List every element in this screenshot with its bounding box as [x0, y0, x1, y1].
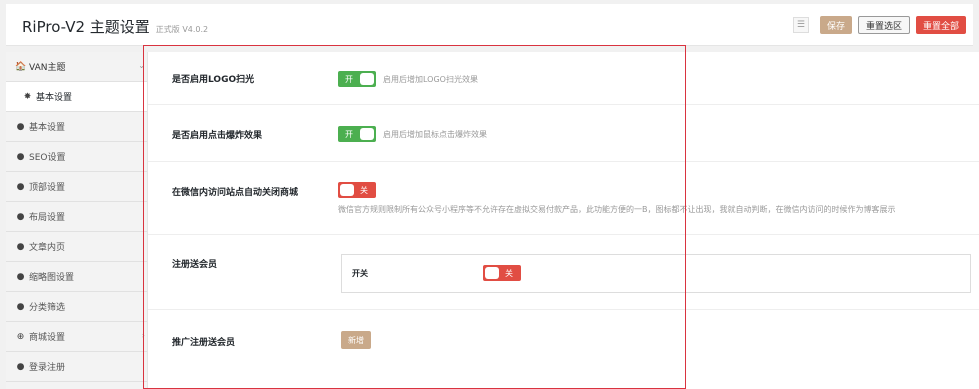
sidebar-item-label: 商城设置: [29, 333, 66, 343]
toggle-knob: [340, 184, 354, 196]
home-icon: 🏠: [15, 61, 27, 72]
sidebar-item-label: 基本设置: [36, 93, 73, 103]
sidebar-item-category-filter[interactable]: ● 分类筛选: [6, 292, 147, 322]
setting-row-wechat-shop: 在微信内访问站点自动关闭商城 关 微信官方规则限制所有公众号小程序等不允许存在虚…: [148, 161, 979, 235]
toggle-text: 关: [360, 185, 368, 195]
header-actions: ☰ 保存 重置选区 重置全部: [792, 16, 966, 34]
setting-desc: 启用后增加鼠标点击爆炸效果: [383, 130, 487, 139]
sidebar-item-label: 分类筛选: [29, 303, 66, 313]
list-icon[interactable]: ☰: [792, 17, 809, 33]
dot-icon: ●: [16, 271, 25, 282]
dot-icon: ●: [16, 211, 25, 222]
sidebar-item-thumbnail[interactable]: ● 缩略图设置: [6, 262, 147, 292]
setting-label: 是否启用LOGO扫光: [172, 75, 255, 85]
gear-icon: ✸: [23, 91, 32, 102]
dot-icon: ●: [16, 301, 25, 312]
toggle-knob: [360, 128, 374, 140]
sidebar-item-layout[interactable]: ● 布局设置: [6, 202, 147, 232]
sidebar-item-label: 缩略图设置: [29, 273, 75, 283]
sidebar-item-label: 登录注册: [29, 363, 66, 373]
dot-icon: ●: [16, 151, 25, 162]
sidebar-item-van-theme[interactable]: 🏠 VAN主题 ⌄: [6, 52, 147, 82]
setting-row-logo-shine: 是否启用LOGO扫光 开 启用后增加LOGO扫光效果: [148, 52, 979, 105]
setting-label: 在微信内访问站点自动关闭商城: [172, 188, 299, 198]
toggle-text: 开: [345, 129, 353, 139]
sidebar-item-label: VAN主题: [29, 63, 66, 73]
setting-desc: 启用后增加LOGO扫光效果: [383, 75, 478, 84]
header-bar: RiPro-V2 主题设置 正式版 V4.0.2 ☰ 保存 重置选区 重置全部: [6, 4, 973, 46]
sidebar-item-label: SEO设置: [29, 153, 66, 163]
wechat-shop-toggle[interactable]: 关: [338, 182, 376, 198]
toggle-knob: [485, 267, 499, 279]
settings-panel: 是否启用LOGO扫光 开 启用后增加LOGO扫光效果 是否启用点击爆炸效果 开 …: [148, 52, 979, 389]
dot-icon: ●: [16, 241, 25, 252]
setting-row-click-explode: 是否启用点击爆炸效果 开 启用后增加鼠标点击爆炸效果: [148, 104, 979, 162]
sidebar-item-top[interactable]: ● 顶部设置: [6, 172, 147, 202]
setting-label: 推广注册送会员: [172, 338, 236, 348]
reset-section-button[interactable]: 重置选区: [857, 16, 910, 34]
sub-setting-label: 开关: [352, 269, 368, 278]
sidebar: 🏠 VAN主题 ⌄ ✸ 基本设置 ● 基本设置 ● SEO设置 ● 顶部设置 ● 布局设置 ●…: [6, 52, 148, 389]
setting-label: 是否启用点击爆炸效果: [172, 131, 263, 141]
version-label: 正式版 V4.0.2: [155, 25, 209, 34]
setting-desc: 微信官方规则限制所有公众号小程序等不允许存在虚拟交易付款产品，此功能方便的一B，…: [338, 205, 896, 214]
toggle-text: 关: [505, 268, 513, 278]
sidebar-item-label: 顶部设置: [29, 183, 66, 193]
sidebar-item-shop[interactable]: ⊕ 商城设置 ›: [6, 322, 147, 352]
sidebar-item-basic[interactable]: ● 基本设置: [6, 112, 147, 142]
plus-circle-icon: ⊕: [16, 331, 25, 342]
setting-row-promo-vip: 推广注册送会员: [148, 309, 979, 389]
sidebar-item-seo[interactable]: ● SEO设置: [6, 142, 147, 172]
sidebar-item-label: 文章内页: [29, 243, 66, 253]
dot-icon: ●: [16, 361, 25, 372]
save-button[interactable]: 保存: [819, 16, 852, 34]
sidebar-item-label: 基本设置: [29, 123, 66, 133]
sidebar-item-label: 布局设置: [29, 213, 66, 223]
register-vip-toggle[interactable]: 关: [483, 265, 521, 281]
toggle-knob: [360, 73, 374, 85]
reset-all-button[interactable]: 重置全部: [915, 16, 966, 34]
sidebar-item-article[interactable]: ● 文章内页: [6, 232, 147, 262]
chevron-right-icon: ›: [141, 331, 145, 340]
logo-shine-toggle[interactable]: 开: [338, 71, 376, 87]
app-title: RiPro-V2 主题设置 正式版 V4.0.2: [22, 18, 209, 36]
dot-icon: ●: [16, 121, 25, 132]
chevron-down-icon: ⌄: [138, 61, 145, 70]
register-vip-subbox: 开关 关: [341, 254, 971, 293]
dot-icon: ●: [16, 181, 25, 192]
toggle-text: 开: [345, 74, 353, 84]
sidebar-item-basic-settings-active[interactable]: ✸ 基本设置: [6, 82, 147, 112]
click-explode-toggle[interactable]: 开: [338, 126, 376, 142]
sidebar-item-login[interactable]: ● 登录注册: [6, 352, 147, 382]
setting-label: 注册送会员: [172, 260, 218, 270]
add-button[interactable]: 新增: [341, 331, 371, 349]
